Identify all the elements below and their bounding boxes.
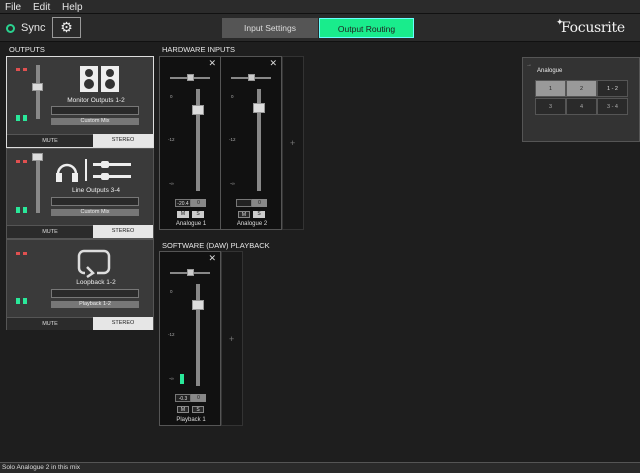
channel-cell-3[interactable]: 3 — [535, 98, 566, 115]
mute-toggle[interactable]: M — [238, 211, 250, 218]
mix-meter — [51, 197, 139, 206]
speakers-icon — [79, 65, 121, 95]
scale-minus12: -12 — [229, 137, 236, 142]
output-name: Loopback 1-2 — [76, 279, 116, 286]
mute-button[interactable]: MUTE — [7, 317, 93, 330]
clip-leds — [16, 250, 30, 257]
strip-name: Analogue 1 — [175, 221, 207, 227]
menu-edit[interactable]: Edit — [33, 2, 50, 13]
divider — [85, 159, 87, 181]
output-channel-monitor[interactable]: Monitor Outputs 1-2 Custom Mix MUTE STER… — [6, 56, 154, 148]
scale-0: 0 — [170, 289, 173, 294]
level-leds — [16, 207, 30, 215]
scale-minus12: -12 — [168, 332, 175, 337]
pan-knob[interactable] — [248, 74, 255, 81]
tab-output-routing[interactable]: Output Routing — [319, 18, 414, 38]
status-text: Solo Analogue 2 in this mix — [2, 464, 81, 471]
scale-minus-inf: -∞ — [169, 376, 174, 381]
mix-select[interactable]: Custom Mix — [51, 209, 139, 216]
hardware-inputs-heading: HARDWARE INPUTS — [162, 45, 236, 54]
headphones-icon — [55, 158, 79, 186]
strip-name: Analogue 2 — [236, 221, 268, 227]
scale-minus-inf: -∞ — [169, 181, 174, 186]
scale-minus-inf: -∞ — [230, 181, 235, 186]
mute-button[interactable]: MUTE — [7, 134, 93, 147]
output-channel-line[interactable]: Line Outputs 3-4 Custom Mix MUTE STEREO — [6, 148, 154, 239]
stereo-button[interactable]: STEREO — [93, 134, 153, 147]
solo-toggle[interactable]: S — [192, 211, 204, 218]
panel-title: Analogue — [537, 68, 563, 74]
pan-knob[interactable] — [187, 269, 194, 276]
output-fader-knob[interactable] — [32, 153, 43, 161]
output-fader-track[interactable] — [36, 155, 40, 213]
brand-logo: Focusrite — [561, 20, 625, 36]
solo-toggle[interactable]: S — [192, 406, 204, 413]
scale-0: 0 — [231, 94, 234, 99]
pan-readout[interactable]: 0 — [252, 199, 267, 207]
mix-meter — [51, 289, 139, 298]
clip-leds — [16, 158, 30, 165]
level-leds — [16, 115, 30, 123]
clip-leds — [16, 66, 30, 73]
output-fader-track[interactable] — [36, 65, 40, 119]
mute-toggle[interactable]: M — [177, 211, 189, 218]
close-icon[interactable]: ✕ — [208, 58, 216, 69]
plus-icon: + — [229, 334, 235, 344]
channel-cell-4[interactable]: 4 — [566, 98, 597, 115]
mix-select[interactable]: Custom Mix — [51, 118, 139, 125]
input-strip-analogue-1[interactable]: ✕ 0 -12 -∞ -20.4 0 M S Analogue 1 — [159, 56, 221, 230]
close-icon[interactable]: ✕ — [208, 253, 216, 264]
loopback-icon — [77, 248, 113, 280]
output-name: Line Outputs 3-4 — [71, 187, 121, 194]
pan-readout[interactable]: 0 — [191, 394, 206, 402]
sync-radio[interactable] — [6, 24, 15, 33]
input-fader-knob[interactable] — [192, 105, 204, 115]
mix-meter — [51, 106, 139, 115]
level-leds — [16, 298, 30, 306]
routing-panel: → Analogue 1 2 1 - 2 3 4 3 - 4 — [522, 57, 640, 142]
input-strip-playback-1[interactable]: ✕ 0 -12 -∞ -0.3 0 M S Playback 1 — [159, 251, 221, 426]
input-fader-knob[interactable] — [192, 300, 204, 310]
menu-help[interactable]: Help — [62, 2, 83, 13]
channel-cell-2[interactable]: 2 — [566, 80, 597, 97]
arrow-icon: → — [526, 62, 532, 68]
mute-toggle[interactable]: M — [177, 406, 189, 413]
software-playback-heading: SOFTWARE (DAW) PLAYBACK — [162, 241, 270, 250]
input-fader-knob[interactable] — [253, 103, 265, 113]
pan-knob[interactable] — [187, 74, 194, 81]
solo-toggle[interactable]: S — [253, 211, 265, 218]
mute-button[interactable]: MUTE — [7, 225, 93, 238]
plus-icon: + — [290, 138, 296, 148]
sync-label: Sync — [21, 22, 46, 34]
menubar: File Edit Help — [0, 0, 640, 14]
scale-minus12: -12 — [168, 137, 175, 142]
channel-cell-3-4[interactable]: 3 - 4 — [597, 98, 628, 115]
gain-readout[interactable] — [236, 199, 252, 207]
add-input-column[interactable]: + — [282, 56, 304, 230]
stereo-button[interactable]: STEREO — [93, 317, 153, 330]
cables-icon — [91, 160, 133, 184]
add-playback-column[interactable]: + — [221, 251, 243, 426]
strip-name: Playback 1 — [176, 417, 206, 423]
output-fader-knob[interactable] — [32, 83, 43, 91]
output-name: Monitor Outputs 1-2 — [67, 97, 125, 104]
settings-button[interactable]: ⚙ — [52, 17, 81, 38]
status-bar: Solo Analogue 2 in this mix — [0, 462, 640, 473]
channel-cell-1[interactable]: 1 — [535, 80, 566, 97]
scale-0: 0 — [170, 94, 173, 99]
outputs-heading: OUTPUTS — [9, 45, 45, 54]
pan-readout[interactable]: 0 — [191, 199, 206, 207]
input-strip-analogue-2[interactable]: ✕ 0 -12 -∞ 0 M S Analogue 2 — [220, 56, 282, 230]
mix-select[interactable]: Playback 1-2 — [51, 301, 139, 308]
gear-icon: ⚙ — [60, 19, 73, 35]
close-icon[interactable]: ✕ — [269, 58, 277, 69]
gain-readout[interactable]: -20.4 — [175, 199, 191, 207]
gain-readout[interactable]: -0.3 — [175, 394, 191, 402]
channel-cell-1-2[interactable]: 1 - 2 — [597, 80, 628, 97]
stereo-button[interactable]: STEREO — [93, 225, 153, 238]
output-channel-loopback[interactable]: Loopback 1-2 Playback 1-2 MUTE STEREO — [6, 239, 154, 330]
tab-input-settings[interactable]: Input Settings — [222, 18, 318, 38]
menu-file[interactable]: File — [5, 2, 21, 13]
level-meter — [180, 374, 184, 384]
